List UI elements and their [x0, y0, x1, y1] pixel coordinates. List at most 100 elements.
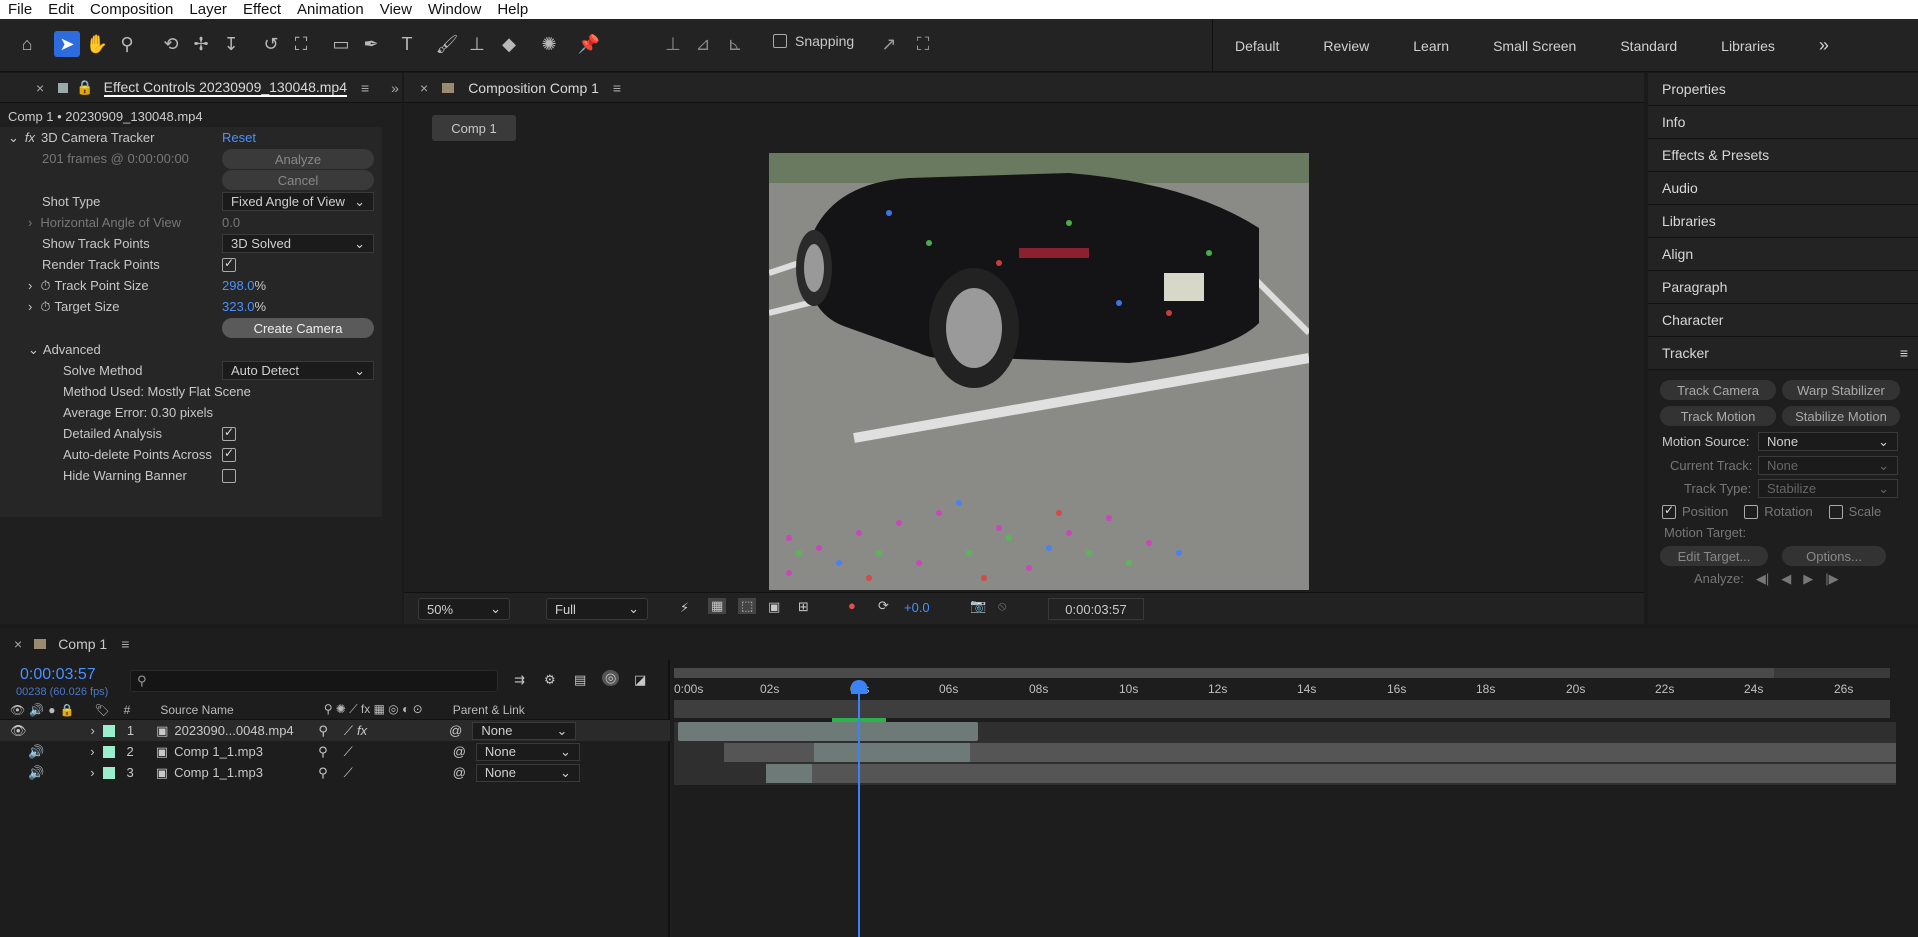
layer-row-3[interactable]: 🔊 › 3 ▣ Comp 1_1.mp3 ⚲ ⟋ @ None ⌄: [0, 762, 670, 783]
snapshot-icon[interactable]: 📷: [970, 598, 986, 614]
eye-icon[interactable]: 👁: [10, 723, 27, 739]
menu-view[interactable]: View: [372, 0, 420, 19]
snapping-checkbox[interactable]: [773, 34, 787, 48]
panel-menu-icon[interactable]: ≡: [1900, 345, 1908, 361]
lock-icon[interactable]: 🔒: [76, 79, 93, 96]
tab-timeline-comp[interactable]: Comp 1: [58, 636, 107, 652]
chevron-right-icon[interactable]: ›: [28, 278, 32, 293]
auto-delete-checkbox[interactable]: [222, 446, 236, 462]
reset-button[interactable]: Reset: [222, 127, 256, 148]
layer-bar-3[interactable]: [766, 764, 1896, 783]
horizontal-angle-value[interactable]: 0.0: [222, 212, 240, 233]
hand-tool-icon[interactable]: ✋: [84, 31, 110, 57]
work-area-bar[interactable]: [674, 668, 1890, 678]
graph-editor-icon[interactable]: ◪: [634, 672, 646, 688]
panel-audio[interactable]: Audio: [1648, 172, 1918, 205]
transparency-grid-icon[interactable]: ▦: [708, 598, 727, 614]
menu-effect[interactable]: Effect: [235, 0, 289, 19]
label-color-swatch[interactable]: [102, 724, 115, 737]
rotation-checkbox[interactable]: [1744, 504, 1759, 519]
stabilize-motion-button[interactable]: Stabilize Motion: [1782, 406, 1900, 426]
expand-layer-icon[interactable]: ›: [90, 765, 94, 780]
analyze-backward-icon[interactable]: ◀|: [1756, 571, 1769, 587]
menu-file[interactable]: File: [0, 0, 40, 19]
menu-window[interactable]: Window: [420, 0, 489, 19]
speaker-icon[interactable]: 🔊: [28, 765, 44, 781]
tab-effect-controls[interactable]: Effect Controls 20230909_130048.mp4: [103, 79, 347, 97]
type-tool-icon[interactable]: T: [394, 31, 420, 57]
parent-dropdown[interactable]: None ⌄: [475, 763, 580, 782]
analyze-forward-frame-icon[interactable]: |▶: [1825, 571, 1838, 587]
expand-panels-icon[interactable]: »: [391, 80, 399, 96]
solve-method-dropdown[interactable]: Auto Detect ⌄: [222, 361, 374, 380]
motion-blur-icon[interactable]: ◎: [602, 670, 620, 686]
workspace-libraries[interactable]: Libraries: [1699, 38, 1797, 54]
fast-previews-icon[interactable]: ⚡: [680, 600, 689, 616]
chevron-down-icon[interactable]: ⌄: [8, 130, 19, 146]
chevron-right-icon[interactable]: ›: [28, 299, 32, 314]
rectangle-tool-icon[interactable]: ▭: [328, 31, 354, 57]
reset-exposure-icon[interactable]: ⟳: [878, 598, 889, 614]
hide-warning-checkbox[interactable]: [222, 469, 236, 483]
chevron-right-icon[interactable]: ›: [28, 215, 32, 230]
dolly-tool-icon[interactable]: ↧: [218, 31, 244, 57]
workspace-small-screen[interactable]: Small Screen: [1471, 38, 1598, 54]
home-icon[interactable]: ⌂: [14, 31, 40, 57]
puppet-pin-tool-icon[interactable]: 📌: [576, 31, 602, 57]
layer-bar-2-visible[interactable]: [814, 743, 970, 762]
zoom-dropdown[interactable]: 50% ⌄: [418, 598, 510, 620]
menu-animation[interactable]: Animation: [289, 0, 372, 19]
position-checkbox[interactable]: [1662, 503, 1676, 519]
workspace-standard[interactable]: Standard: [1598, 38, 1699, 54]
expand-layer-icon[interactable]: ›: [90, 744, 94, 759]
show-track-points-dropdown[interactable]: 3D Solved ⌄: [222, 234, 374, 253]
pen-tool-icon[interactable]: ✒: [358, 31, 384, 57]
speaker-icon[interactable]: 🔊: [28, 744, 44, 760]
target-size-field[interactable]: 323.0%: [222, 296, 266, 317]
edit-target-button[interactable]: Edit Target...: [1660, 546, 1768, 566]
parent-dropdown[interactable]: None ⌄: [475, 742, 580, 761]
clone-stamp-tool-icon[interactable]: ⊥: [464, 31, 490, 57]
panel-libraries[interactable]: Libraries: [1648, 205, 1918, 238]
layer-bar-3-visible[interactable]: [766, 764, 812, 783]
close-icon[interactable]: ×: [14, 636, 22, 652]
pickwhip-icon[interactable]: @: [449, 723, 462, 738]
parent-dropdown[interactable]: None ⌄: [472, 721, 577, 740]
snap-features-icon[interactable]: ⛶: [910, 31, 936, 57]
panel-paragraph[interactable]: Paragraph: [1648, 271, 1918, 304]
target-size-value[interactable]: 323.0: [222, 299, 255, 314]
shy-switch-icon[interactable]: ⚲: [318, 723, 328, 739]
exposure-value[interactable]: +0.0: [904, 600, 930, 615]
tab-composition[interactable]: Composition Comp 1: [468, 80, 599, 96]
playhead-handle[interactable]: [851, 680, 867, 694]
zoom-tool-icon[interactable]: ⚲: [114, 31, 140, 57]
track-point-size-value[interactable]: 298.0: [222, 278, 255, 293]
stopwatch-icon[interactable]: ⏱: [40, 278, 50, 294]
view-axis-icon[interactable]: ⊾: [722, 31, 748, 57]
workspace-review[interactable]: Review: [1301, 38, 1391, 54]
orbit-tool-icon[interactable]: ⟲: [158, 31, 184, 57]
panel-properties[interactable]: Properties: [1648, 73, 1918, 106]
world-axis-icon[interactable]: ⊿: [690, 31, 716, 57]
brush-tool-icon[interactable]: 🖌: [434, 31, 460, 57]
timeline-current-time[interactable]: 0:00:03:57: [20, 666, 96, 684]
layer-bar-2[interactable]: [724, 743, 1896, 762]
workspace-learn[interactable]: Learn: [1391, 38, 1471, 54]
pan-behind-tool-icon[interactable]: ⛶: [288, 31, 314, 57]
track-camera-button[interactable]: Track Camera: [1660, 380, 1776, 400]
current-track-dropdown[interactable]: None ⌄: [1758, 456, 1898, 475]
track-motion-button[interactable]: Track Motion: [1660, 406, 1776, 426]
panel-menu-icon[interactable]: ≡: [121, 636, 129, 652]
warp-stabilizer-button[interactable]: Warp Stabilizer: [1782, 380, 1900, 400]
current-time-display[interactable]: 0:00:03:57: [1048, 598, 1144, 620]
label-color-swatch[interactable]: [102, 745, 115, 758]
work-area-range[interactable]: [674, 668, 1774, 678]
layer-row-1[interactable]: 👁 › 1 ▣ 2023090...0048.mp4 ⚲ ⟋ fx @ None…: [0, 720, 670, 741]
layer-name[interactable]: 2023090...0048.mp4: [174, 723, 294, 738]
menu-layer[interactable]: Layer: [181, 0, 235, 19]
workspace-default[interactable]: Default: [1213, 38, 1301, 54]
analyze-button[interactable]: Analyze: [222, 149, 374, 169]
panel-info[interactable]: Info: [1648, 106, 1918, 139]
snap-edges-icon[interactable]: ↗: [876, 31, 902, 57]
pickwhip-icon[interactable]: @: [453, 744, 466, 759]
